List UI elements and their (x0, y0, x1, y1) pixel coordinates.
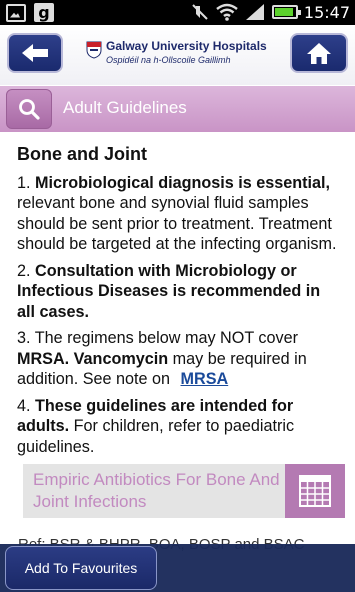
guideline-point-2: 2. Consultation with Microbiology or Inf… (17, 261, 337, 323)
signal-icon (245, 4, 264, 20)
guideline-point-4: 4. These guidelines are intended for adu… (17, 396, 337, 458)
empiric-antibiotics-label: Empiric Antibiotics For Bone And Joint I… (33, 470, 280, 511)
point-3-bold: MRSA. Vancomycin (17, 349, 169, 368)
add-to-favourites-button[interactable]: Add To Favourites (5, 546, 157, 590)
point-1-bold: Microbiological diagnosis is essential, (35, 173, 331, 192)
point-2-number: 2. (17, 261, 35, 280)
search-button[interactable] (6, 89, 52, 129)
bottom-bar: Add To Favourites (0, 544, 355, 592)
hospital-logo: Galway University Hospitals Ospidéil na … (86, 39, 276, 71)
home-icon (307, 43, 331, 64)
table-grid-icon (299, 475, 331, 507)
home-button[interactable] (290, 33, 348, 73)
back-arrow-icon (22, 44, 48, 62)
battery-icon (271, 5, 301, 19)
back-button[interactable] (7, 33, 63, 73)
status-left-icons: g (6, 3, 54, 22)
g-app-icon: g (34, 3, 54, 22)
status-right-icons: 15:47 (190, 2, 350, 22)
search-icon (19, 99, 40, 120)
guideline-point-1: 1. Microbiological diagnosis is essentia… (17, 173, 337, 255)
point-3-text: 3. The regimens below may NOT cover (17, 329, 298, 347)
empiric-antibiotics-button[interactable]: Empiric Antibiotics For Bone And Joint I… (23, 464, 345, 518)
section-title: Bone and Joint (17, 144, 147, 164)
page-title: Adult Guidelines (63, 98, 187, 117)
title-bar: Adult Guidelines (0, 86, 355, 132)
point-1-number: 1. (17, 173, 35, 192)
logo-title: Galway University Hospitals (106, 39, 267, 53)
point-4-number: 4. (17, 396, 35, 415)
guideline-point-3: 3. The regimens below may NOT cover MRSA… (17, 328, 337, 390)
mrsa-link[interactable]: MRSA (181, 370, 229, 388)
hospital-crest-icon (86, 41, 102, 59)
wifi-icon (216, 3, 238, 21)
guideline-content: Bone and Joint 1. Microbiological diagno… (17, 144, 337, 463)
gallery-icon (6, 3, 26, 22)
status-time: 15:47 (303, 2, 350, 22)
logo-subtitle: Ospidéil na h-Ollscoile Gaillimh (106, 55, 231, 65)
status-bar: g 15:47 (0, 0, 355, 25)
app-header: Galway University Hospitals Ospidéil na … (0, 25, 355, 85)
point-2-bold: Consultation with Microbiology or Infect… (17, 261, 321, 321)
point-1-text: relevant bone and synovial fluid samples… (17, 194, 337, 253)
mute-icon (192, 4, 208, 20)
table-button[interactable] (285, 464, 345, 518)
